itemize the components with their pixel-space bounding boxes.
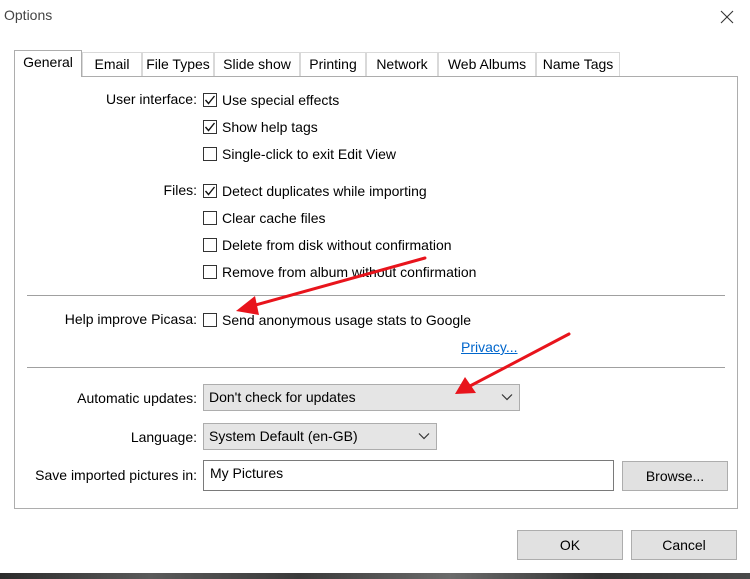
background-strip <box>0 573 750 579</box>
divider <box>27 367 725 368</box>
tab-network[interactable]: Network <box>366 52 438 76</box>
checkbox-box[interactable] <box>203 120 217 134</box>
tab-general[interactable]: General <box>14 50 82 77</box>
tab-email[interactable]: Email <box>82 52 142 76</box>
checkbox-label: Single-click to exit Edit View <box>222 146 397 162</box>
window-title: Options <box>4 7 53 23</box>
checkbox-box[interactable] <box>203 184 217 198</box>
divider <box>27 295 725 296</box>
save-location-field[interactable] <box>203 460 614 491</box>
user-interface-label: User interface: <box>105 91 197 107</box>
dropdown-value: Don't check for updates <box>209 389 356 405</box>
save-location-label: Save imported pictures in: <box>35 467 197 483</box>
ok-button[interactable]: OK <box>517 530 623 560</box>
tab-slide-show[interactable]: Slide show <box>214 52 300 76</box>
delete-without-confirmation-checkbox[interactable]: Delete from disk without confirmation <box>203 236 452 254</box>
checkbox-box[interactable] <box>203 93 217 107</box>
checkbox-box[interactable] <box>203 265 217 279</box>
help-improve-label: Help improve Picasa: <box>64 311 197 327</box>
files-label: Files: <box>163 182 197 198</box>
send-usage-stats-checkbox[interactable]: Send anonymous usage stats to Google <box>203 311 471 329</box>
remove-from-album-checkbox[interactable]: Remove from album without confirmation <box>203 263 476 281</box>
browse-button[interactable]: Browse... <box>622 461 728 491</box>
language-dropdown[interactable]: System Default (en-GB) <box>203 423 437 450</box>
checkbox-label: Send anonymous usage stats to Google <box>222 312 472 328</box>
checkbox-label: Show help tags <box>222 119 318 135</box>
tab-file-types[interactable]: File Types <box>142 52 214 76</box>
detect-duplicates-checkbox[interactable]: Detect duplicates while importing <box>203 182 427 200</box>
checkmark-icon <box>204 186 216 196</box>
checkbox-label: Remove from album without confirmation <box>222 264 477 280</box>
close-icon <box>720 10 734 24</box>
checkbox-box[interactable] <box>203 313 217 327</box>
checkbox-label: Clear cache files <box>222 210 326 226</box>
save-location-input[interactable] <box>204 461 613 490</box>
single-click-exit-checkbox[interactable]: Single-click to exit Edit View <box>203 145 396 163</box>
close-button[interactable] <box>712 4 742 30</box>
tab-printing[interactable]: Printing <box>300 52 366 76</box>
dropdown-value: System Default (en-GB) <box>209 428 358 444</box>
checkbox-label: Use special effects <box>222 92 340 108</box>
automatic-updates-dropdown[interactable]: Don't check for updates <box>203 384 520 411</box>
use-special-effects-checkbox[interactable]: Use special effects <box>203 91 339 109</box>
chevron-down-icon <box>501 394 513 401</box>
show-help-tags-checkbox[interactable]: Show help tags <box>203 118 318 136</box>
privacy-link[interactable]: Privacy... <box>461 339 518 355</box>
checkbox-box[interactable] <box>203 147 217 161</box>
checkbox-box[interactable] <box>203 211 217 225</box>
clear-cache-checkbox[interactable]: Clear cache files <box>203 209 326 227</box>
checkbox-label: Detect duplicates while importing <box>222 183 427 199</box>
automatic-updates-label: Automatic updates: <box>77 390 197 406</box>
checkmark-icon <box>204 95 216 105</box>
language-label: Language: <box>130 429 197 445</box>
checkbox-box[interactable] <box>203 238 217 252</box>
cancel-button[interactable]: Cancel <box>631 530 737 560</box>
tab-web-albums[interactable]: Web Albums <box>438 52 536 76</box>
tab-name-tags[interactable]: Name Tags <box>536 52 620 76</box>
checkbox-label: Delete from disk without confirmation <box>222 237 452 253</box>
title-bar: Options <box>0 0 750 34</box>
chevron-down-icon <box>418 433 430 440</box>
checkmark-icon <box>204 122 216 132</box>
